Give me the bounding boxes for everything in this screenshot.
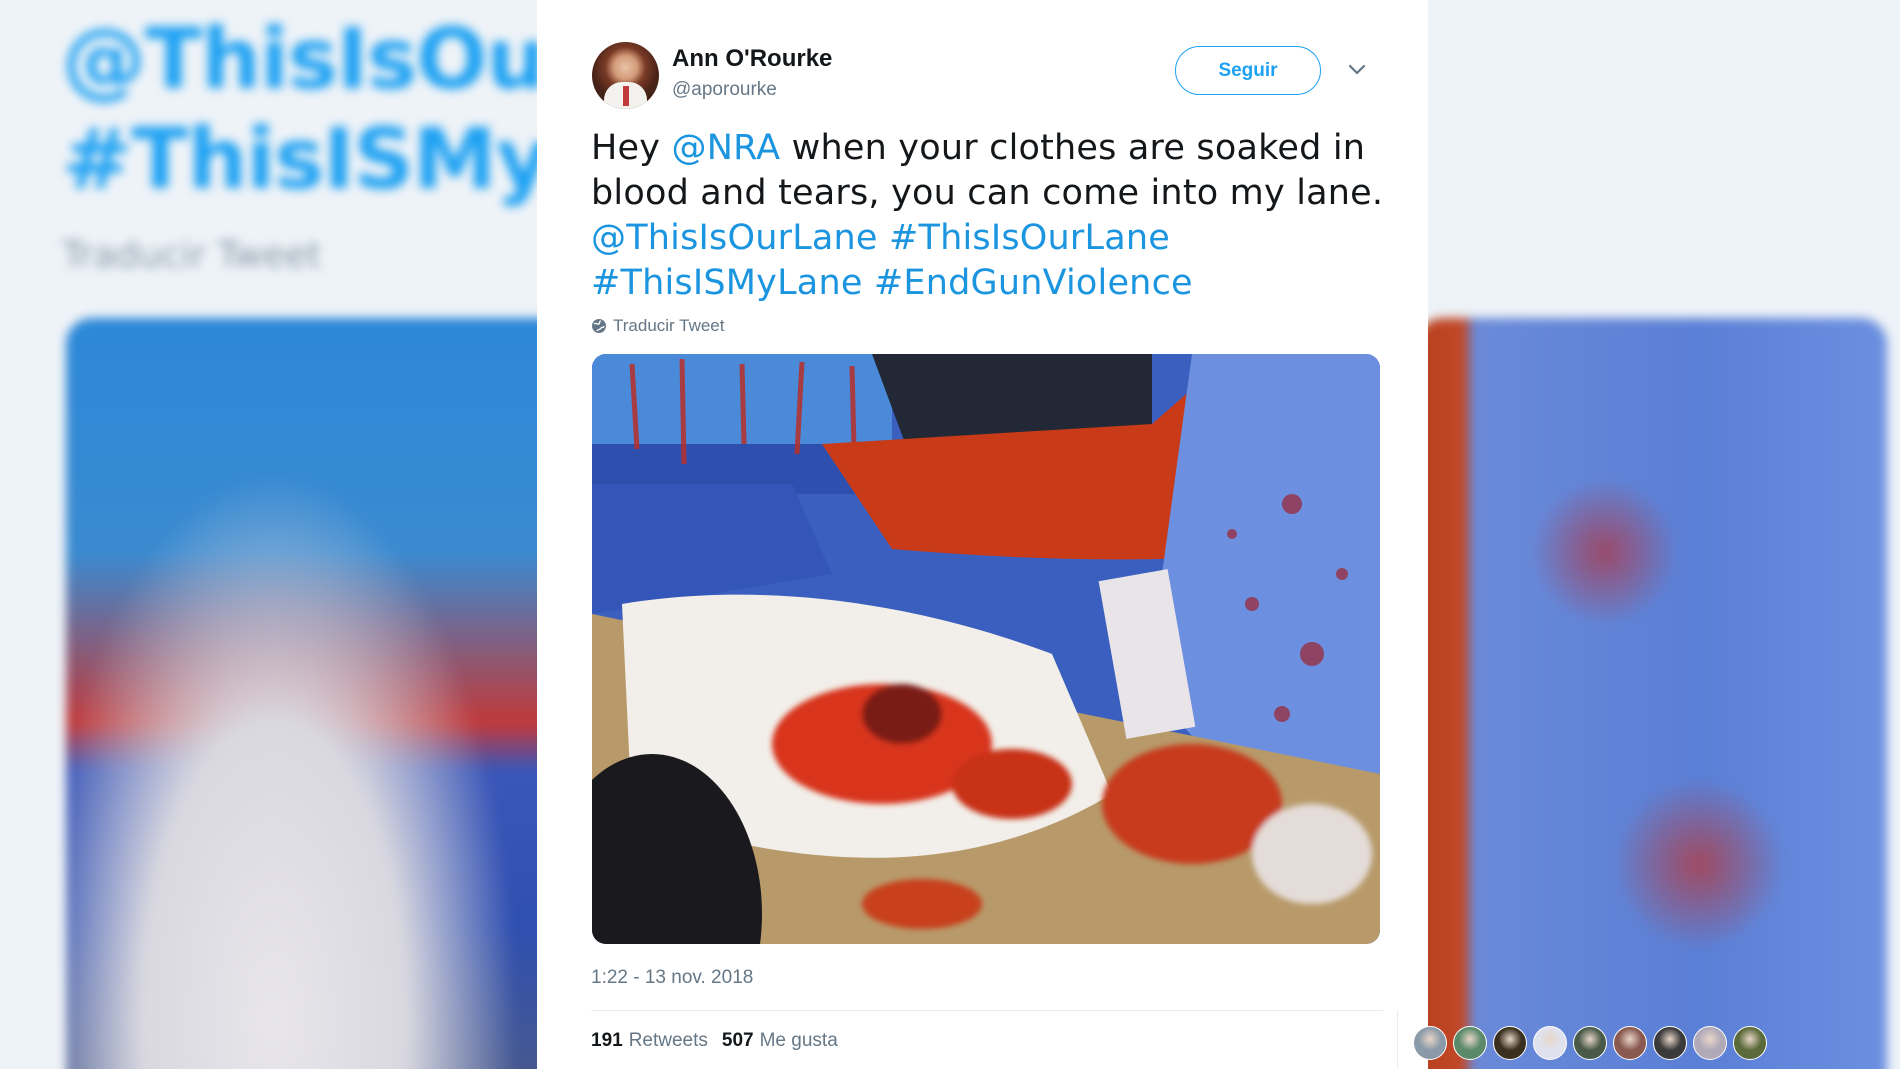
background-right [1427, 0, 1900, 1069]
tweet-text-line: blood and tears, you can come into my la… [591, 171, 1391, 216]
liker-avatar[interactable] [1493, 1026, 1527, 1060]
background-photo-left [66, 318, 540, 1069]
translate-label: Traducir Tweet [613, 316, 725, 335]
liker-avatar[interactable] [1653, 1026, 1687, 1060]
globe-icon [592, 319, 606, 333]
tweet-timestamp[interactable]: 1:22 - 13 nov. 2018 [591, 967, 753, 989]
liker-avatar[interactable] [1573, 1026, 1607, 1060]
liker-avatar[interactable] [1453, 1026, 1487, 1060]
retweets-count: 191 [591, 1030, 623, 1051]
background-tag-2: #ThisISMyLa [62, 110, 540, 208]
tweet-text-segment: Hey [591, 128, 672, 168]
background-tag-1: @ThisIsOurL [62, 10, 540, 108]
retweets-stat[interactable]: 191 Retweets [591, 1030, 708, 1052]
tweet-text-line: Hey @NRA when your clothes are soaked in [591, 126, 1391, 171]
tweet-card: Ann O'Rourke @aporourke Seguir Hey @NRA … [537, 0, 1767, 1069]
mention-link[interactable]: @NRA [672, 128, 781, 168]
translate-tweet-link[interactable]: Traducir Tweet [591, 316, 725, 336]
liker-avatar[interactable] [1413, 1026, 1447, 1060]
tweet-text-line: @ThisIsOurLane #ThisIsOurLane [591, 216, 1391, 261]
stats-separator [1397, 1010, 1398, 1069]
retweets-label: Retweets [628, 1030, 708, 1051]
liker-avatar[interactable] [1733, 1026, 1767, 1060]
likes-count: 507 [721, 1030, 754, 1051]
divider [591, 1010, 1383, 1011]
hashtag-link[interactable]: #ThisIsOurLane [889, 218, 1170, 258]
tweet-text-segment: when your clothes are soaked in [780, 128, 1366, 168]
tweet-text-segment [863, 263, 874, 303]
tweet-text: Hey @NRA when your clothes are soaked in… [591, 126, 1391, 306]
tweet-text-segment: blood and tears, you can come into my la… [591, 173, 1384, 213]
author-handle[interactable]: @aporourke [672, 79, 777, 101]
liker-avatar[interactable] [1533, 1026, 1567, 1060]
likes-stat[interactable]: 507 Me gusta [722, 1030, 838, 1052]
tweet-stats: 191 Retweets 507 Me gusta [591, 1030, 852, 1052]
mention-link[interactable]: @ThisIsOurLane [591, 218, 878, 258]
background-left: @ThisIsOurL #ThisISMyLa Traducir Tweet [0, 0, 540, 1069]
background-translate: Traducir Tweet [62, 235, 322, 276]
hashtag-link[interactable]: #ThisISMyLane [591, 263, 863, 303]
likes-label: Me gusta [759, 1030, 838, 1051]
liker-avatar[interactable] [1613, 1026, 1647, 1060]
liker-avatars [1413, 1026, 1773, 1060]
tweet-text-line: #ThisISMyLane #EndGunViolence [591, 261, 1391, 306]
follow-button[interactable]: Seguir [1175, 46, 1321, 95]
chevron-down-icon[interactable] [1347, 63, 1367, 77]
liker-avatar[interactable] [1693, 1026, 1727, 1060]
background-photo-right [1427, 318, 1887, 1069]
avatar[interactable] [592, 42, 659, 109]
tweet-photo[interactable] [592, 354, 1380, 944]
hashtag-link[interactable]: #EndGunViolence [874, 263, 1193, 303]
author-name[interactable]: Ann O'Rourke [672, 45, 832, 73]
tweet-text-segment [878, 218, 889, 258]
